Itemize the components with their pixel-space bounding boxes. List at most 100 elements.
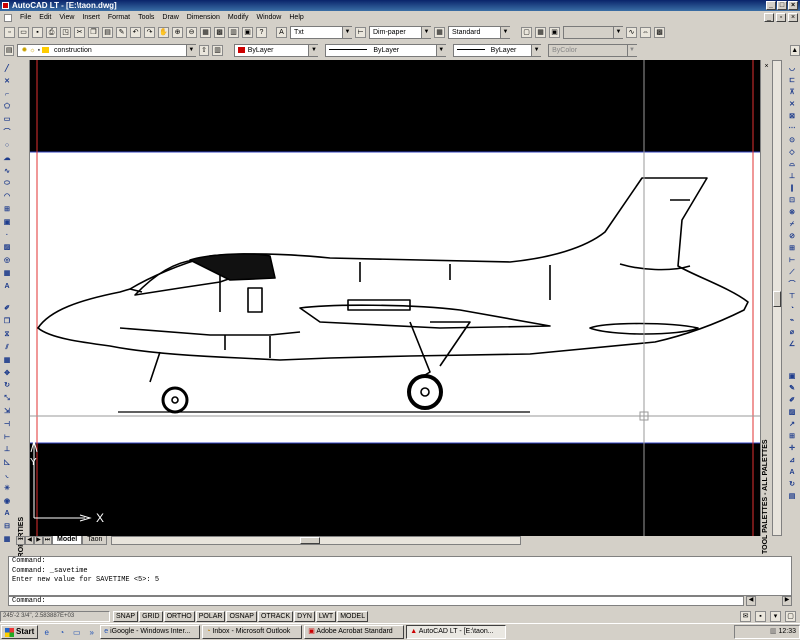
layer-tool-icon[interactable]: ▣ xyxy=(787,372,797,382)
parallel-icon[interactable]: ∥ xyxy=(787,184,797,194)
snap-toggle[interactable]: SNAP xyxy=(113,611,139,622)
ortho-toggle[interactable]: ORTHO xyxy=(163,611,195,622)
drawing-area[interactable]: X Y xyxy=(30,60,760,536)
tab-prev-icon[interactable]: ◀ xyxy=(25,536,34,545)
chevron-down-icon[interactable]: ▼ xyxy=(531,44,542,56)
polar-toggle[interactable]: POLAR xyxy=(195,611,226,622)
stretch-icon[interactable]: ⇲ xyxy=(2,407,12,418)
scroll-left-icon[interactable]: ◀ xyxy=(746,596,756,606)
osnap-toggle[interactable]: OSNAP xyxy=(226,611,257,622)
layer-previous-icon[interactable]: ▥ xyxy=(212,44,223,56)
tab-next-icon[interactable]: ▶ xyxy=(34,536,43,545)
rectangle-icon[interactable]: ▭ xyxy=(2,115,12,126)
menu-format[interactable]: Format xyxy=(108,14,130,21)
angular-dim-icon[interactable]: ∠ xyxy=(787,340,797,350)
extra-icon[interactable]: ▩ xyxy=(654,26,665,38)
ellipse-arc-icon[interactable]: ◠ xyxy=(2,192,12,203)
properties-icon[interactable]: ▦ xyxy=(200,26,211,38)
match-properties-icon[interactable]: ✎ xyxy=(116,26,127,38)
table-icon[interactable]: ▦ xyxy=(2,269,12,280)
radius-dim-icon[interactable]: ◔ xyxy=(787,304,797,314)
circle-icon[interactable]: ○ xyxy=(2,141,12,152)
spline-icon[interactable]: ∿ xyxy=(626,26,637,38)
menu-help[interactable]: Help xyxy=(289,14,303,21)
dim-style-side-icon[interactable]: ▤ xyxy=(787,492,797,502)
dist-icon[interactable]: ⊟ xyxy=(2,522,12,533)
save-icon[interactable]: ▪ xyxy=(32,26,43,38)
quadrant-icon[interactable]: ◇ xyxy=(787,148,797,158)
task-acrobat[interactable]: ▣ Adobe Acrobat Standard xyxy=(304,625,405,639)
desktop-icon[interactable]: ▭ xyxy=(70,626,83,639)
grid-side-icon[interactable]: ▦ xyxy=(2,535,12,546)
horizontal-scroll-thumb[interactable] xyxy=(300,537,321,544)
design-center-icon[interactable]: ▩ xyxy=(214,26,225,38)
menu-edit[interactable]: Edit xyxy=(39,14,51,21)
clip-viewport-icon[interactable]: ▣ xyxy=(549,26,560,38)
none-icon[interactable]: ⊘ xyxy=(787,232,797,242)
drawing-canvas[interactable]: X Y xyxy=(30,60,760,536)
viewport-icon[interactable]: ▢ xyxy=(521,26,532,38)
nearest-icon[interactable]: ⌿ xyxy=(787,220,797,230)
fillet-icon[interactable]: ◟ xyxy=(2,471,12,482)
dim-style-select[interactable]: Dim-paper ▼ xyxy=(369,25,431,39)
tab-last-icon[interactable]: ⏭ xyxy=(43,536,52,545)
ellipse-icon[interactable]: ⬭ xyxy=(2,179,12,190)
perpendicular-icon[interactable]: ⊥ xyxy=(787,172,797,182)
explode-icon[interactable]: ✳ xyxy=(2,484,12,495)
linear-dim-icon[interactable]: ⊢ xyxy=(787,256,797,266)
midpoint-icon[interactable]: ⊼ xyxy=(787,88,797,98)
new-icon[interactable]: ▫ xyxy=(4,26,15,38)
insert-icon[interactable]: ▲ xyxy=(789,44,800,56)
hatch-icon[interactable]: ▨ xyxy=(2,243,12,254)
zoom-previous-icon[interactable]: ⊖ xyxy=(186,26,197,38)
menu-tools[interactable]: Tools xyxy=(138,14,154,21)
align-icon[interactable]: ⇔ xyxy=(640,26,651,38)
insert-block-icon[interactable]: ⊞ xyxy=(2,205,12,216)
maximize-icon[interactable]: □ xyxy=(777,1,787,10)
tangent-icon[interactable]: ⌓ xyxy=(787,160,797,170)
paste-icon[interactable]: ▤ xyxy=(102,26,113,38)
chevron-down-icon[interactable]: ▼ xyxy=(421,26,431,38)
outlook-icon[interactable]: ◔ xyxy=(55,626,68,639)
minimize-icon[interactable]: _ xyxy=(766,1,776,10)
chevron-down-icon[interactable]: ▼ xyxy=(342,26,352,38)
move-icon[interactable]: ✥ xyxy=(2,369,12,380)
arc-icon[interactable]: ⌒ xyxy=(2,128,12,139)
polyline-icon[interactable]: ⌐ xyxy=(2,90,12,101)
trim-icon[interactable]: ⊣ xyxy=(2,420,12,431)
diameter-dim-icon[interactable]: ⌀ xyxy=(787,328,797,338)
properties-side-icon[interactable]: ◉ xyxy=(2,497,12,508)
doc-minimize-icon[interactable]: _ xyxy=(764,13,774,22)
brush-icon[interactable]: ✐ xyxy=(787,396,797,406)
polygon-icon[interactable]: ⬠ xyxy=(2,102,12,113)
copy-icon[interactable]: ❐ xyxy=(88,26,99,38)
lock-toolbars-icon[interactable]: ▪ xyxy=(755,611,766,622)
rotate-icon[interactable]: ↻ xyxy=(2,381,12,392)
cut-icon[interactable]: ✂ xyxy=(74,26,85,38)
center-mark-icon[interactable]: ✛ xyxy=(787,444,797,454)
mirror-icon[interactable]: ⧖ xyxy=(2,330,12,341)
dim-update-icon[interactable]: ↻ xyxy=(787,480,797,490)
color-select[interactable]: ByLayer ▼ xyxy=(233,43,319,57)
palette-close-icon[interactable]: × xyxy=(762,62,771,71)
point-icon[interactable]: · xyxy=(2,231,12,242)
tolerance-icon[interactable]: ⊞ xyxy=(787,432,797,442)
center-icon[interactable]: ⊙ xyxy=(787,136,797,146)
status-menu-icon[interactable]: ▾ xyxy=(770,611,781,622)
redo-icon[interactable]: ↷ xyxy=(144,26,155,38)
extend-icon[interactable]: ⊢ xyxy=(2,433,12,444)
doc-restore-icon[interactable]: ▫ xyxy=(776,13,786,22)
copy-object-icon[interactable]: ❐ xyxy=(2,317,12,328)
otrack-toggle[interactable]: OTRACK xyxy=(257,611,294,622)
chevron-down-icon[interactable]: ▼ xyxy=(308,44,319,56)
chevron-down-icon[interactable]: ▼ xyxy=(185,44,196,56)
revision-cloud-icon[interactable]: ☁ xyxy=(2,154,12,165)
tool-palettes-icon[interactable]: ▥ xyxy=(228,26,239,38)
plot-style-select[interactable]: ByColor ▼ xyxy=(548,43,637,57)
chevron-down-icon[interactable]: ▼ xyxy=(613,26,623,38)
menu-view[interactable]: View xyxy=(59,14,74,21)
linetype-select[interactable]: ByLayer ▼ xyxy=(325,43,446,57)
undo-icon[interactable]: ↶ xyxy=(130,26,141,38)
command-input[interactable]: Command: xyxy=(8,596,744,606)
construction-line-icon[interactable]: ✕ xyxy=(2,77,12,88)
